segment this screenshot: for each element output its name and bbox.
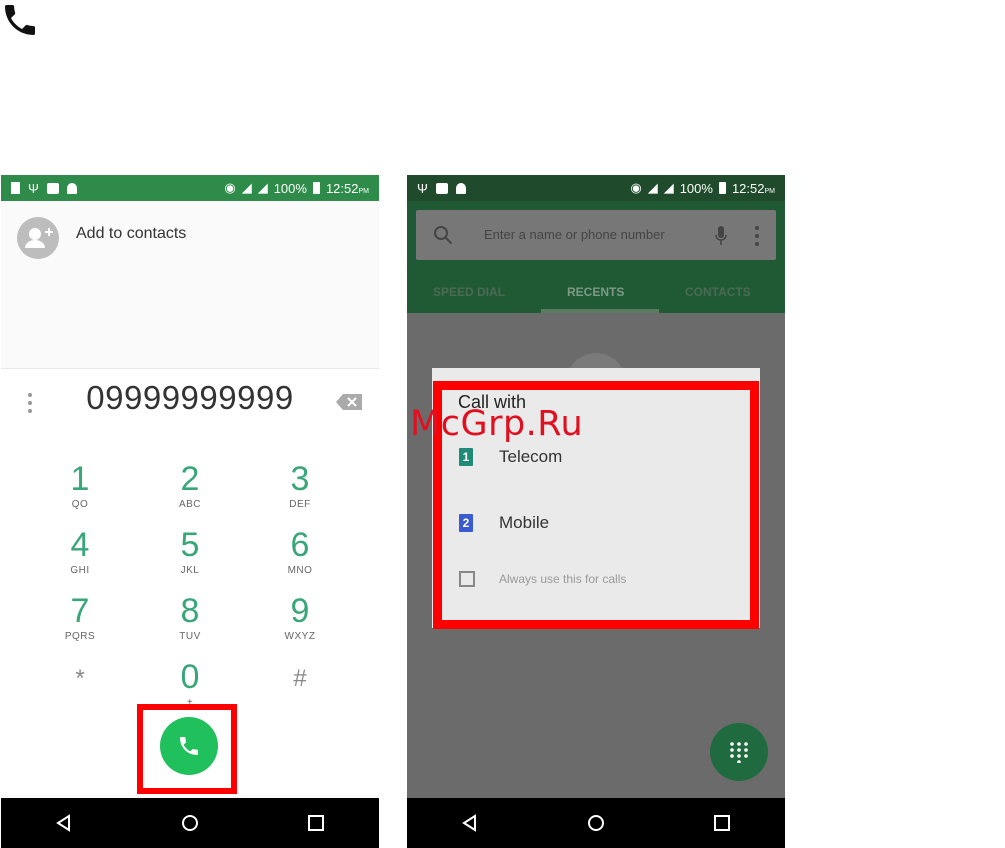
key-letters: WXYZ [284,631,316,642]
status-bar: Ψ ◉ ◢ ◢ 100% 12:52PM [1,175,379,201]
watermark: McGrp.Ru [410,404,584,444]
dialer-screen: Ψ ◉ ◢ ◢ 100% 12:52PM Add to contacts 099… [1,175,379,848]
number-display: 09999999999 [1,368,379,436]
key-letters: ABC [178,499,202,510]
screenshot-icon [435,182,448,194]
signal-icon: ◢ [647,180,658,195]
clock-ampm: PM [358,187,370,195]
clock: 12:52 [325,180,359,196]
battery-icon [312,182,320,194]
nav-bar [407,798,785,848]
key-4[interactable]: 4 GHI [25,515,135,581]
key-letters: QO [71,499,89,510]
android-icon [66,182,77,194]
key-hash[interactable]: # [245,647,355,713]
key-2[interactable]: 2 ABC [135,449,245,515]
key-digit: 0 [180,658,200,696]
search-placeholder: Enter a name or phone number [484,227,665,242]
recents-icon[interactable] [305,812,327,834]
key-digit: 3 [290,460,310,498]
dialpad-button[interactable] [710,723,768,781]
signal-icon-2: ◢ [663,180,674,195]
key-letters: PQRS [64,631,96,642]
search-bar[interactable]: Enter a name or phone number [416,210,776,260]
usb-icon: Ψ [417,180,428,196]
key-1[interactable]: 1 QO [25,449,135,515]
mic-icon[interactable] [714,224,728,248]
android-icon [455,182,466,194]
highlight-box-call [137,704,237,794]
key-letters: GHI [70,565,90,576]
nav-bar [1,798,379,848]
signal-icon-2: ◢ [257,180,268,195]
key-5[interactable]: 5 JKL [135,515,245,581]
usb-icon: Ψ [28,180,39,196]
dialed-number[interactable]: 09999999999 [1,379,379,417]
key-letters: MNO [287,565,313,576]
wifi-icon: ◉ [630,180,642,195]
key-digit: 2 [180,460,200,498]
battery-percent: 100% [679,180,713,196]
signal-icon: ◢ [241,180,252,195]
backspace-icon[interactable] [335,393,363,411]
more-options-icon[interactable] [754,224,760,248]
phone-icon [5,5,35,35]
key-8[interactable]: 8 TUV [135,581,245,647]
key-digit: 8 [180,592,200,630]
screenshot-icon [46,182,59,194]
key-digit: * [75,665,85,692]
battery-icon [718,182,726,194]
key-3[interactable]: 3 DEF [245,449,355,515]
status-bar: Ψ ◉ ◢ ◢ 100% 12:52PM [407,175,785,201]
clock: 12:52 [731,180,765,196]
key-digit: 9 [290,592,310,630]
key-9[interactable]: 9 WXYZ [245,581,355,647]
key-digit: 5 [180,526,200,564]
key-digit: 7 [70,592,90,630]
key-digit: 1 [70,460,90,498]
dialpad-icon [730,742,748,763]
tab-recents[interactable]: RECENTS [567,285,624,299]
add-contact-icon [17,217,59,259]
key-7[interactable]: 7 PQRS [25,581,135,647]
key-6[interactable]: 6 MNO [245,515,355,581]
key-star[interactable]: * [25,647,135,713]
wifi-icon: ◉ [224,180,236,195]
key-digit: 6 [290,526,310,564]
add-to-contacts-row[interactable]: Add to contacts [1,201,379,261]
add-to-contacts-label: Add to contacts [76,225,187,242]
clock-ampm: PM [764,187,776,195]
battery-percent: 100% [273,180,307,196]
home-icon[interactable] [585,812,607,834]
sim-notification-icon [11,182,20,194]
tab-indicator [541,309,659,313]
search-icon [434,226,453,245]
dialer-header: Enter a name or phone number SPEED DIAL … [407,201,785,313]
tab-contacts[interactable]: CONTACTS [685,285,751,299]
key-digit: 4 [70,526,90,564]
key-letters: TUV [179,631,201,642]
back-icon[interactable] [53,812,75,834]
key-digit: # [293,665,307,692]
key-letters: JKL [180,565,200,576]
tab-speed-dial[interactable]: SPEED DIAL [433,285,505,299]
home-icon[interactable] [179,812,201,834]
key-letters: DEF [289,499,311,510]
recents-icon[interactable] [711,812,733,834]
back-icon[interactable] [459,812,481,834]
